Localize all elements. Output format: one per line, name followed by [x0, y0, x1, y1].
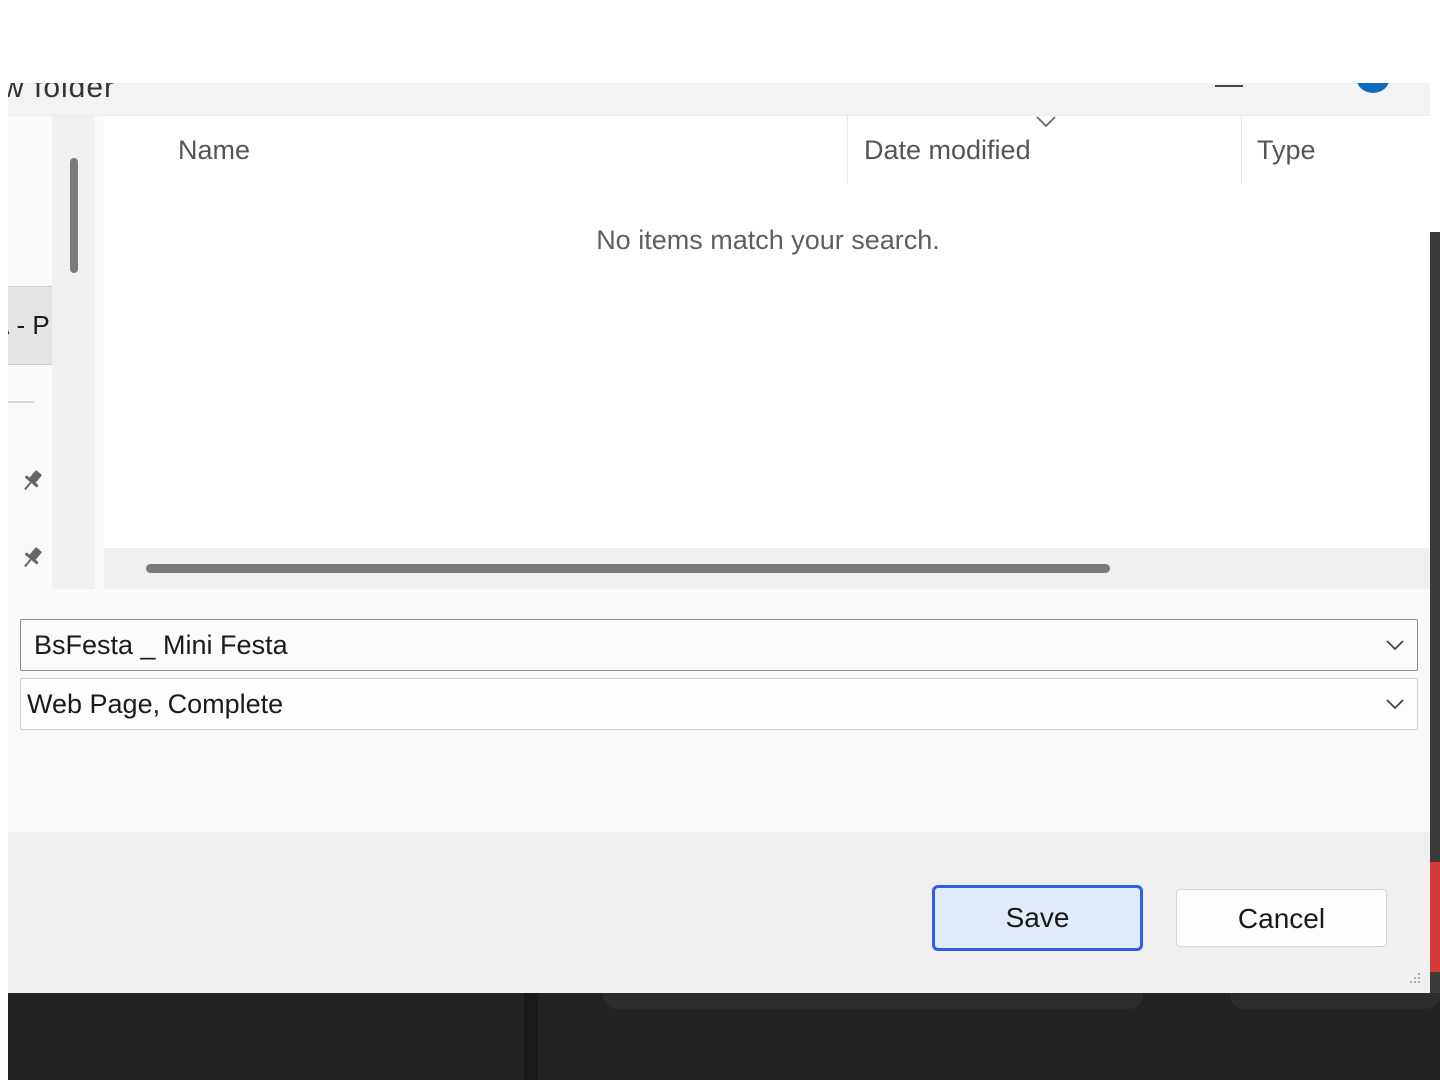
empty-message: No items match your search.: [596, 225, 940, 255]
file-list[interactable]: [104, 116, 1430, 589]
cancel-button[interactable]: Cancel: [1176, 889, 1387, 947]
save-button[interactable]: Save: [932, 885, 1143, 951]
file-name-input[interactable]: BsFesta _ Mini Festa: [34, 630, 288, 661]
chevron-down-icon: [1036, 116, 1056, 128]
background-window-edge: [1430, 232, 1440, 993]
nav-separator: [8, 401, 34, 403]
background-close-button: [1430, 862, 1440, 972]
column-divider[interactable]: [1241, 116, 1242, 184]
title-bar: w folder: [8, 83, 1430, 116]
save-as-dialog: w folder \ - P Name Date modified Type N…: [8, 83, 1430, 993]
save-as-type-select[interactable]: Web Page, Complete: [20, 678, 1418, 730]
horizontal-scrollbar-thumb[interactable]: [146, 564, 1110, 573]
nav-item-label: \ - P: [8, 310, 50, 340]
dialog-title: w folder: [8, 83, 116, 104]
save-as-type-value: Web Page, Complete: [27, 689, 284, 719]
background-window: [8, 989, 1440, 1080]
pin-icon[interactable]: [18, 544, 46, 572]
file-name-combobox[interactable]: BsFesta _ Mini Festa: [20, 619, 1418, 671]
pin-icon[interactable]: [18, 467, 46, 495]
background-divider: [524, 993, 538, 1080]
column-header-date-modified[interactable]: Date modified: [864, 135, 1031, 166]
chevron-down-icon[interactable]: [1385, 638, 1405, 652]
chevron-down-icon[interactable]: [1385, 697, 1405, 711]
column-header-type[interactable]: Type: [1257, 135, 1316, 166]
column-divider[interactable]: [847, 116, 848, 184]
minimize-icon[interactable]: [1213, 83, 1245, 89]
column-header-name[interactable]: Name: [178, 135, 250, 166]
help-icon[interactable]: [1356, 83, 1390, 93]
resize-grip-icon[interactable]: [1406, 971, 1422, 987]
